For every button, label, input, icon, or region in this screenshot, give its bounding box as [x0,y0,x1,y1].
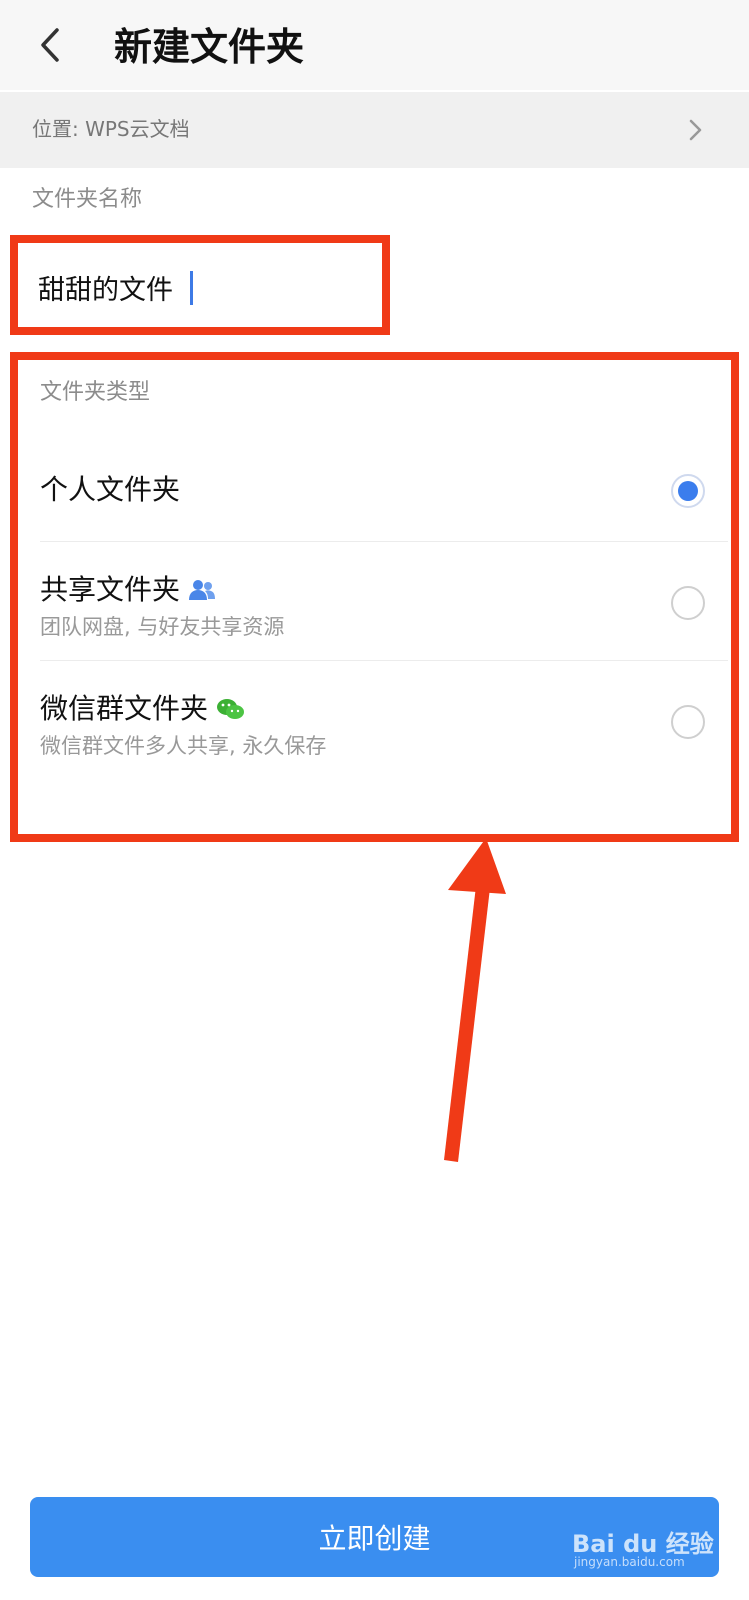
annotation-arrow [444,838,506,1162]
watermark-logo: Bai du 经验 [572,1530,714,1558]
watermark-url: jingyan.baidu.com [574,1555,685,1569]
